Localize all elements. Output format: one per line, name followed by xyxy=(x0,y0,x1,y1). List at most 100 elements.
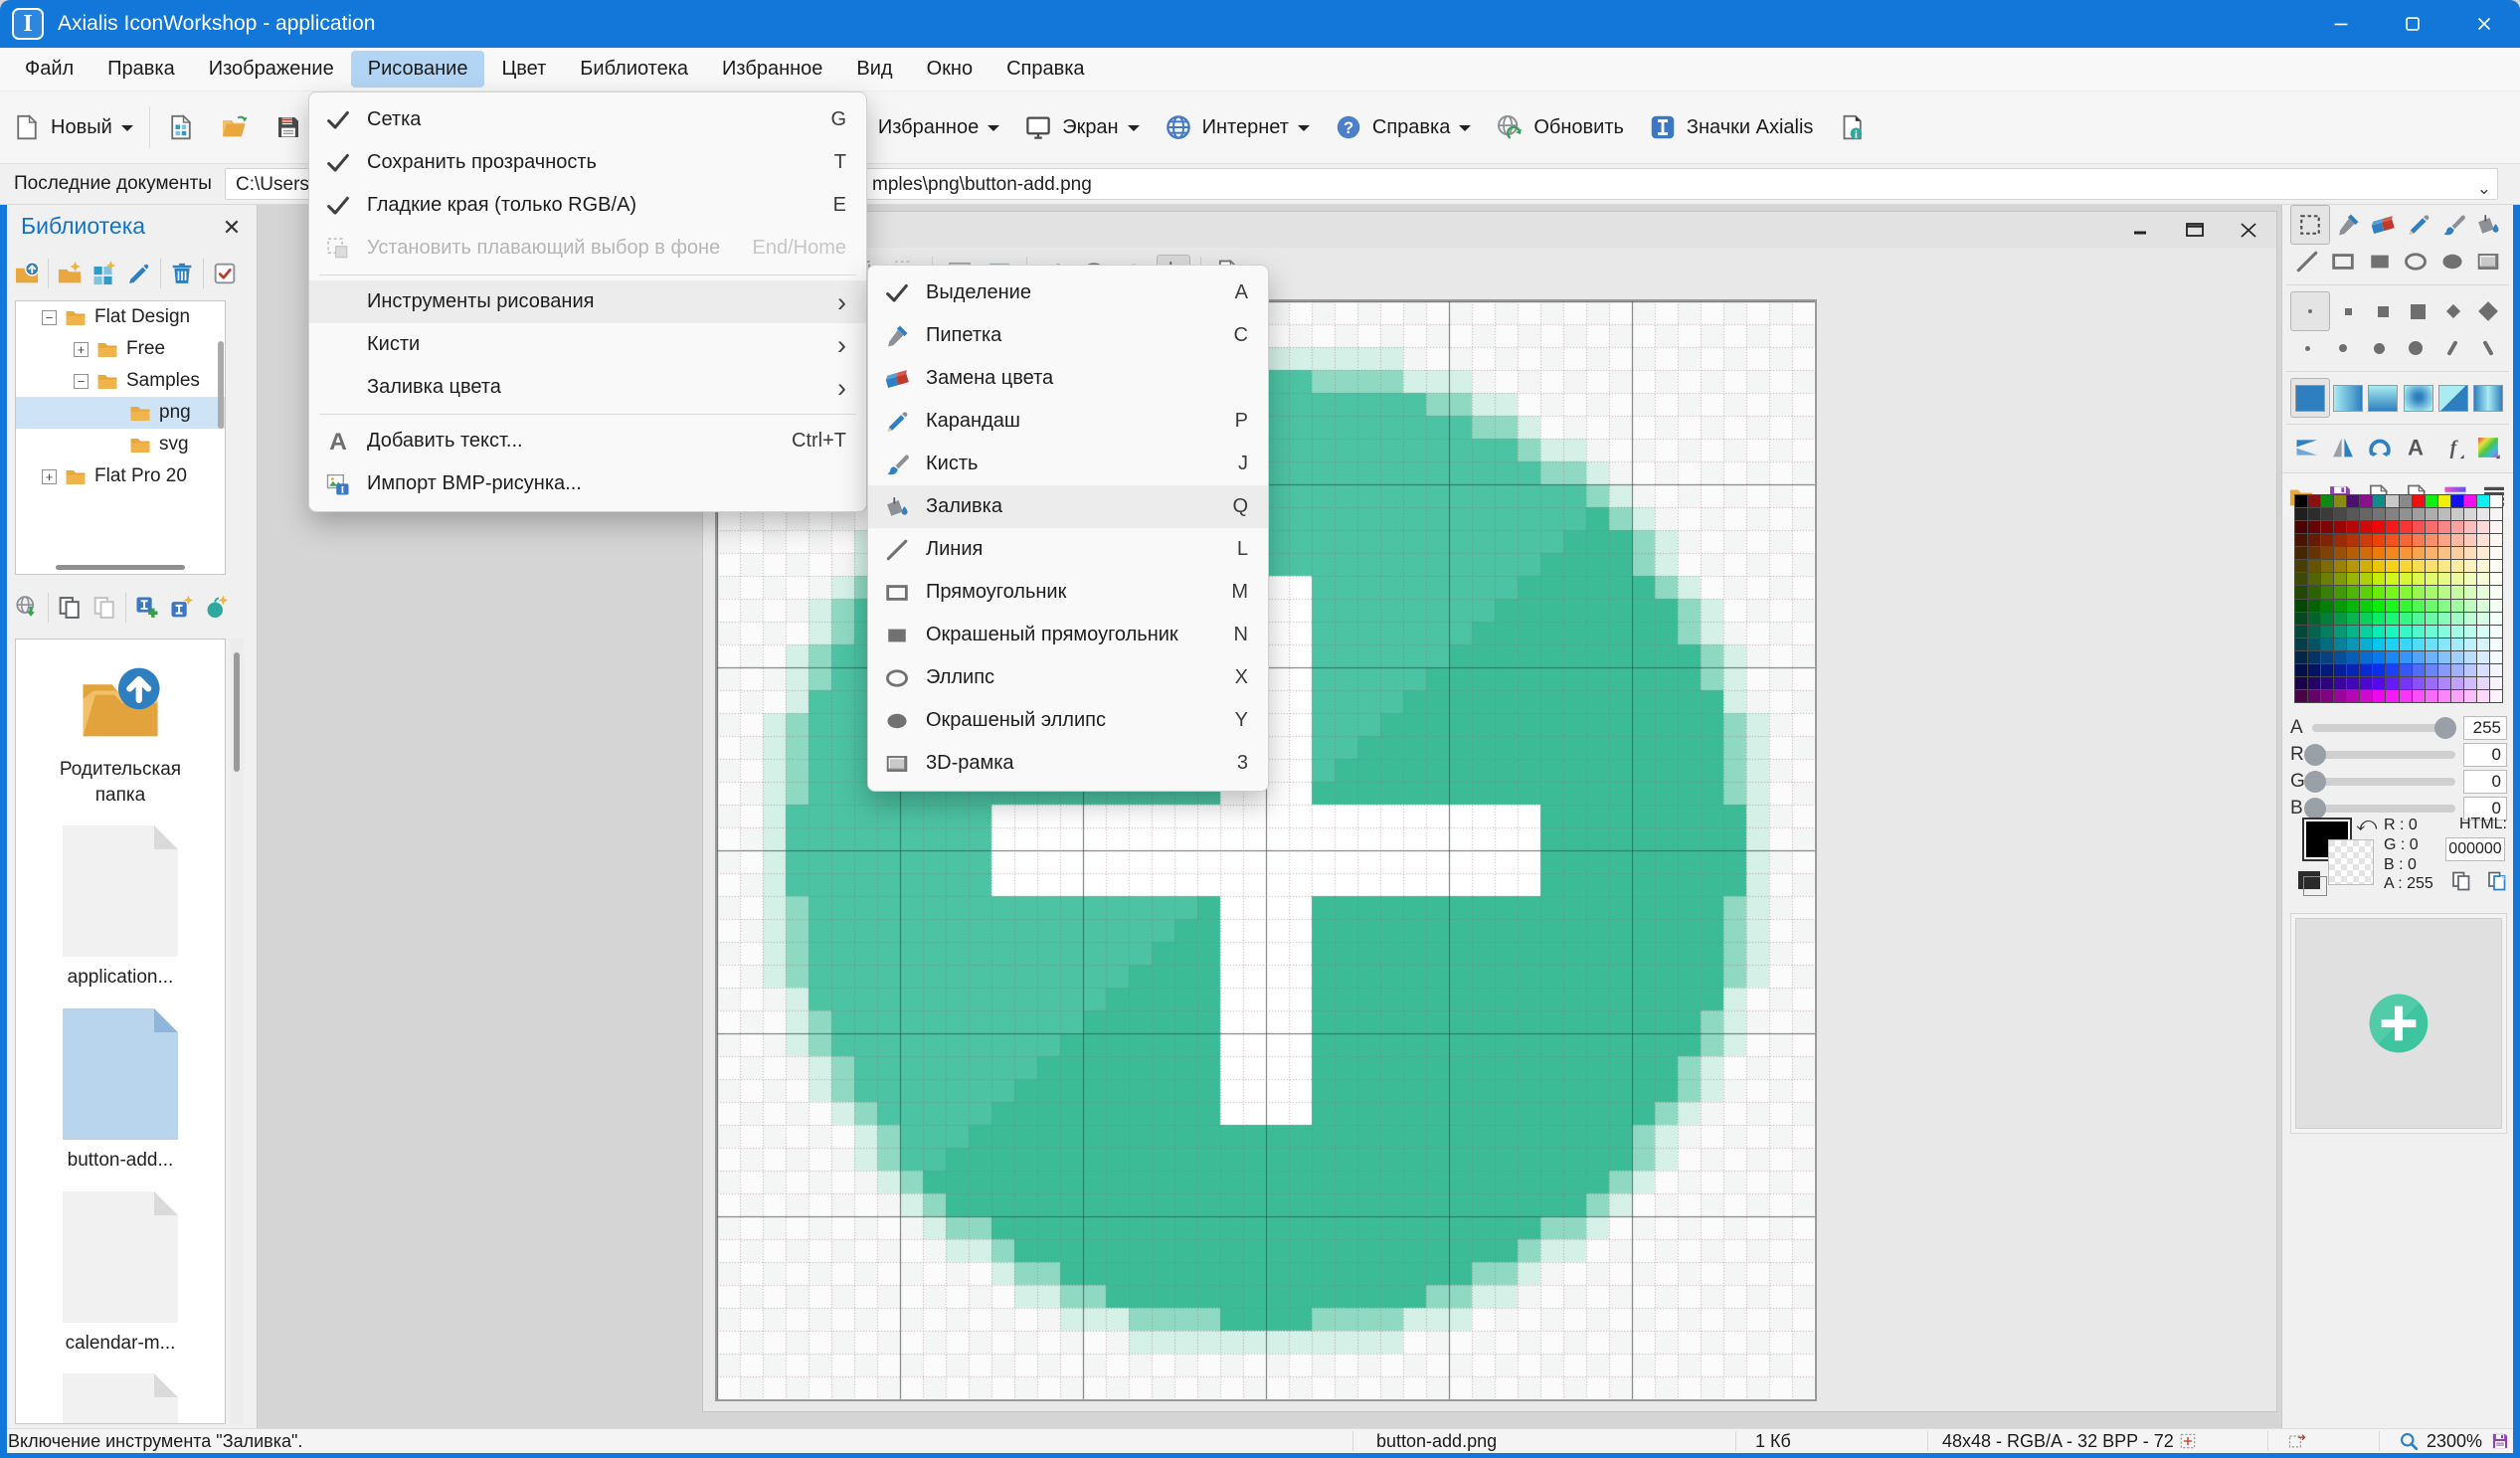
palette-color[interactable] xyxy=(2400,690,2412,702)
palette-color[interactable] xyxy=(2451,626,2463,638)
menubar-item[interactable]: Файл xyxy=(8,51,90,88)
palette-color[interactable] xyxy=(2477,573,2489,585)
palette-color[interactable] xyxy=(2295,521,2307,533)
palette-color[interactable] xyxy=(2360,626,2372,638)
palette-color[interactable] xyxy=(2347,690,2359,702)
picker-tool-button[interactable] xyxy=(2331,208,2365,242)
palette-color[interactable] xyxy=(2360,690,2372,702)
palette-color[interactable] xyxy=(2360,508,2372,520)
palette-color[interactable] xyxy=(2360,521,2372,533)
palette-color[interactable] xyxy=(2334,534,2346,546)
swap-colors-icon[interactable]: ⤺ xyxy=(2356,814,2377,836)
menu-item[interactable]: Гладкие края (только RGB/A)E xyxy=(309,184,866,227)
iconplus-button[interactable] xyxy=(133,594,161,622)
palette-color[interactable] xyxy=(2373,521,2385,533)
brush-shape-button[interactable] xyxy=(2290,291,2330,331)
slider-value[interactable]: 0 xyxy=(2463,743,2507,767)
palette-color[interactable] xyxy=(2308,690,2320,702)
palette-color[interactable] xyxy=(2490,547,2502,559)
a-slider[interactable]: A255 xyxy=(2290,716,2507,740)
Интернет-button[interactable]: Интернет xyxy=(1152,99,1322,155)
palette-color[interactable] xyxy=(2490,664,2502,676)
brush-tool-button[interactable] xyxy=(2436,208,2470,242)
menu-item[interactable]: КарандашP xyxy=(868,400,1268,443)
palette-color[interactable] xyxy=(2295,547,2307,559)
palette-color[interactable] xyxy=(2386,664,2398,676)
collapse-icon[interactable]: − xyxy=(42,310,57,325)
slider-handle[interactable] xyxy=(2304,771,2326,793)
palette-color[interactable] xyxy=(2347,573,2359,585)
palette-color[interactable] xyxy=(2426,626,2437,638)
file-item[interactable]: calendar-m... xyxy=(16,1191,225,1357)
palette-color[interactable] xyxy=(2464,534,2476,546)
fill-style-diag-button[interactable] xyxy=(2436,381,2470,415)
palette-color[interactable] xyxy=(2373,626,2385,638)
secondary-color-swatch[interactable] xyxy=(2328,839,2374,885)
palette-color[interactable] xyxy=(2308,521,2320,533)
palette-color[interactable] xyxy=(2321,508,2333,520)
palette-color[interactable] xyxy=(2451,547,2463,559)
palette-color[interactable] xyxy=(2400,677,2412,689)
palette-color[interactable] xyxy=(2334,626,2346,638)
palette-color[interactable] xyxy=(2295,651,2307,663)
palette-color[interactable] xyxy=(2490,573,2502,585)
html-color-input[interactable]: 000000 xyxy=(2445,837,2505,861)
library-close-icon[interactable]: ✕ xyxy=(215,211,249,245)
palette-color[interactable] xyxy=(2477,586,2489,598)
file-list-scrollbar[interactable] xyxy=(230,638,244,1424)
file-item[interactable]: button-add... xyxy=(16,1008,225,1174)
palette-color[interactable] xyxy=(2490,521,2502,533)
palette-color[interactable] xyxy=(2321,651,2333,663)
palette-color[interactable] xyxy=(2347,638,2359,650)
palette-color[interactable] xyxy=(2347,495,2359,507)
palette-color[interactable] xyxy=(2347,613,2359,625)
palette-color[interactable] xyxy=(2451,586,2463,598)
palette-color[interactable] xyxy=(2451,508,2463,520)
palette-color[interactable] xyxy=(2308,664,2320,676)
palette-color[interactable] xyxy=(2413,573,2425,585)
menu-item[interactable]: Сохранить прозрачностьT xyxy=(309,141,866,184)
palette-color[interactable] xyxy=(2308,613,2320,625)
new-button[interactable]: Новый xyxy=(0,99,145,155)
palette-color[interactable] xyxy=(2321,586,2333,598)
palette-color[interactable] xyxy=(2413,600,2425,612)
folderopen-button[interactable] xyxy=(208,99,262,155)
doc-maximize-button[interactable] xyxy=(2183,218,2207,242)
brush-shape-button[interactable] xyxy=(2326,331,2360,365)
tree-item[interactable]: −Flat Design xyxy=(16,301,225,333)
palette-color[interactable] xyxy=(2426,495,2437,507)
palette-color[interactable] xyxy=(2477,600,2489,612)
menubar-item[interactable]: Правка xyxy=(90,51,192,88)
palette-color[interactable] xyxy=(2400,560,2412,572)
palette-color[interactable] xyxy=(2321,626,2333,638)
palette-color[interactable] xyxy=(2464,664,2476,676)
palette-color[interactable] xyxy=(2413,495,2425,507)
palette-color[interactable] xyxy=(2477,638,2489,650)
palette-color[interactable] xyxy=(2334,521,2346,533)
palette-color[interactable] xyxy=(2477,690,2489,702)
brush-shape-button[interactable] xyxy=(2366,294,2400,328)
line-tool-button[interactable] xyxy=(2290,245,2324,278)
palette-color[interactable] xyxy=(2490,613,2502,625)
palette-color[interactable] xyxy=(2308,638,2320,650)
slider-value[interactable]: 255 xyxy=(2463,716,2507,740)
palette-color[interactable] xyxy=(2360,495,2372,507)
palette-color[interactable] xyxy=(2426,521,2437,533)
Обновить-button[interactable]: Обновить xyxy=(1483,99,1636,155)
file-item[interactable]: application... xyxy=(16,825,225,991)
flipv-button[interactable] xyxy=(2326,431,2360,464)
menu-item[interactable]: Замена цвета xyxy=(868,357,1268,400)
menu-item[interactable]: Кисти› xyxy=(309,323,866,366)
palette-color[interactable] xyxy=(2360,677,2372,689)
menu-item[interactable]: ПрямоугольникM xyxy=(868,571,1268,614)
palette-color[interactable] xyxy=(2334,495,2346,507)
palette-color[interactable] xyxy=(2438,508,2450,520)
palette-color[interactable] xyxy=(2438,586,2450,598)
palette-color[interactable] xyxy=(2438,521,2450,533)
folderup-button[interactable] xyxy=(13,260,41,287)
palette-color[interactable] xyxy=(2438,664,2450,676)
menu-item[interactable]: ПипеткаC xyxy=(868,314,1268,357)
palette-color[interactable] xyxy=(2334,573,2346,585)
menubar-item[interactable]: Окно xyxy=(910,51,990,88)
palette-color[interactable] xyxy=(2334,586,2346,598)
